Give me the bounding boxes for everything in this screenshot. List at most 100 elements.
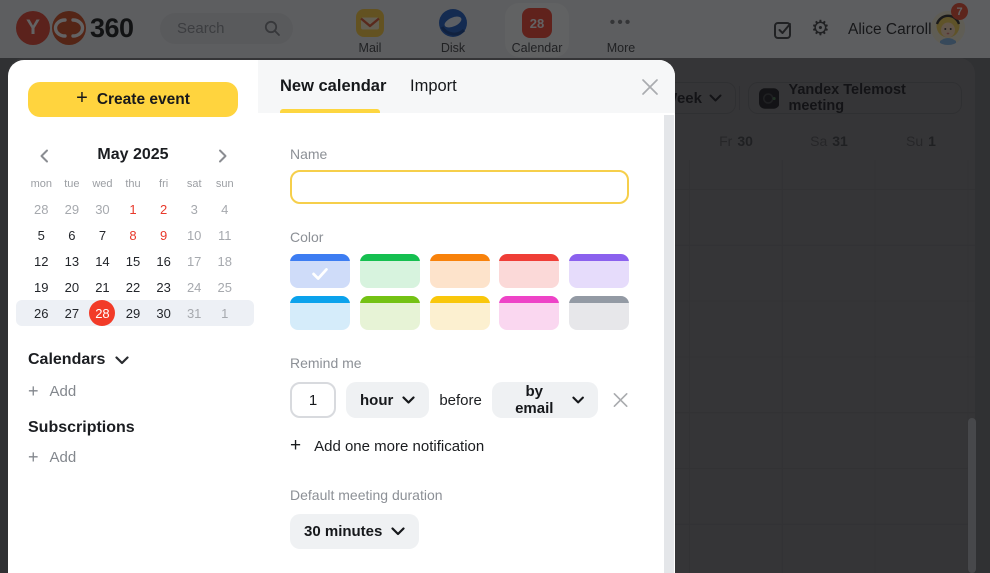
mini-calendar-day[interactable]: 4 bbox=[209, 202, 240, 217]
color-swatch-magenta[interactable] bbox=[499, 296, 559, 330]
mini-calendar-day[interactable]: 28 bbox=[87, 300, 118, 326]
background-scrollbar-thumb[interactable] bbox=[968, 418, 976, 573]
mini-calendar-day[interactable]: 12 bbox=[26, 254, 57, 269]
mini-calendar-day[interactable]: 29 bbox=[57, 202, 88, 217]
weekday-label: fri bbox=[148, 178, 179, 190]
chevron-down-icon bbox=[391, 527, 405, 536]
tab-import[interactable]: Import bbox=[410, 77, 457, 96]
next-month-chevron-icon[interactable] bbox=[214, 148, 230, 164]
plus-icon: + bbox=[76, 87, 88, 110]
mini-calendar-day[interactable]: 30 bbox=[87, 202, 118, 217]
color-swatch-gray[interactable] bbox=[569, 296, 629, 330]
plus-icon: + bbox=[28, 447, 39, 468]
close-icon[interactable] bbox=[641, 78, 659, 96]
color-swatch-blue[interactable] bbox=[290, 254, 350, 288]
calendars-label: Calendars bbox=[28, 351, 105, 369]
color-swatch-red[interactable] bbox=[499, 254, 559, 288]
check-icon bbox=[309, 263, 331, 285]
color-field-label: Color bbox=[290, 229, 629, 245]
duration-value: 30 minutes bbox=[304, 523, 382, 540]
mini-calendar-day[interactable]: 3 bbox=[179, 202, 210, 217]
remove-reminder-icon[interactable] bbox=[612, 391, 629, 409]
subscriptions-section-header: Subscriptions bbox=[28, 419, 135, 437]
dialog-scrollbar[interactable] bbox=[664, 115, 674, 573]
plus-icon: + bbox=[28, 381, 39, 402]
mini-calendar-day[interactable]: 20 bbox=[57, 280, 88, 295]
weekday-label: tue bbox=[57, 178, 88, 190]
mini-calendar-day[interactable]: 24 bbox=[179, 280, 210, 295]
color-swatch-purple[interactable] bbox=[569, 254, 629, 288]
add-calendar-label: Add bbox=[50, 383, 77, 400]
weekday-label: thu bbox=[118, 178, 149, 190]
subscriptions-label: Subscriptions bbox=[28, 419, 135, 437]
chevron-down-icon bbox=[115, 356, 129, 365]
mini-calendar-day[interactable]: 14 bbox=[87, 254, 118, 269]
mini-calendar-day[interactable]: 19 bbox=[26, 280, 57, 295]
reminder-unit-value: hour bbox=[360, 392, 393, 409]
add-notification-label: Add one more notification bbox=[314, 438, 484, 455]
color-swatch-lime[interactable] bbox=[360, 296, 420, 330]
mini-calendar-day[interactable]: 21 bbox=[87, 280, 118, 295]
mini-calendar-day[interactable]: 13 bbox=[57, 254, 88, 269]
mini-calendar-day[interactable]: 31 bbox=[179, 306, 210, 321]
calendars-section-header[interactable]: Calendars bbox=[28, 351, 129, 369]
tab-new-calendar[interactable]: New calendar bbox=[280, 77, 386, 96]
mini-calendar-day[interactable]: 9 bbox=[148, 228, 179, 243]
weekday-label: sat bbox=[179, 178, 210, 190]
name-field-label: Name bbox=[290, 146, 629, 162]
new-calendar-dialog: New calendar Import Name Color Remind me… bbox=[258, 60, 675, 573]
mini-calendar-day[interactable]: 25 bbox=[209, 280, 240, 295]
create-event-label: Create event bbox=[97, 91, 190, 109]
add-notification-button[interactable]: + Add one more notification bbox=[290, 435, 629, 457]
mini-calendar-day[interactable]: 29 bbox=[118, 306, 149, 321]
remind-me-label: Remind me bbox=[290, 355, 629, 371]
mini-calendar-day[interactable]: 23 bbox=[148, 280, 179, 295]
mini-calendar-day[interactable]: 26 bbox=[26, 306, 57, 321]
mini-calendar-week-row: 19202122232425 bbox=[26, 274, 240, 300]
mini-calendar-day[interactable]: 22 bbox=[118, 280, 149, 295]
mini-calendar-day[interactable]: 8 bbox=[118, 228, 149, 243]
mini-calendar-grid: 2829301234567891011121314151617181920212… bbox=[26, 196, 240, 326]
mini-calendar-week-row: 2829301234 bbox=[26, 196, 240, 222]
before-label: before bbox=[439, 392, 482, 409]
mini-calendar-week-row: 12131415161718 bbox=[26, 248, 240, 274]
color-swatch-yellow[interactable] bbox=[430, 296, 490, 330]
mini-calendar-day[interactable]: 16 bbox=[148, 254, 179, 269]
reminder-count-input[interactable] bbox=[290, 382, 336, 418]
color-swatch-grid bbox=[290, 254, 629, 330]
mini-calendar-day[interactable]: 28 bbox=[26, 202, 57, 217]
mini-calendar-day[interactable]: 10 bbox=[179, 228, 210, 243]
mini-calendar-week-row: 567891011 bbox=[26, 222, 240, 248]
weekday-label: wed bbox=[87, 178, 118, 190]
color-swatch-green[interactable] bbox=[360, 254, 420, 288]
chevron-down-icon bbox=[402, 396, 415, 404]
add-calendar-button[interactable]: + Add bbox=[28, 381, 76, 402]
mini-calendar-day[interactable]: 7 bbox=[87, 228, 118, 243]
mini-calendar-day[interactable]: 1 bbox=[118, 202, 149, 217]
modal-dim-overlay-header bbox=[0, 0, 990, 58]
mini-calendar-day[interactable]: 11 bbox=[209, 228, 240, 243]
mini-calendar-day[interactable]: 15 bbox=[118, 254, 149, 269]
add-subscription-button[interactable]: + Add bbox=[28, 447, 76, 468]
mini-calendar-day[interactable]: 30 bbox=[148, 306, 179, 321]
create-event-button[interactable]: + Create event bbox=[28, 82, 238, 117]
mini-calendar-day[interactable]: 18 bbox=[209, 254, 240, 269]
duration-dropdown[interactable]: 30 minutes bbox=[290, 514, 419, 549]
mini-calendar-day[interactable]: 6 bbox=[57, 228, 88, 243]
mini-calendar-day[interactable]: 2 bbox=[148, 202, 179, 217]
weekday-label: mon bbox=[26, 178, 57, 190]
mini-calendar-day[interactable]: 27 bbox=[57, 306, 88, 321]
mini-calendar-day[interactable]: 17 bbox=[179, 254, 210, 269]
duration-field-label: Default meeting duration bbox=[290, 487, 629, 503]
app-window: Y 360 Search Mail Disk 28 Calendar ••• M… bbox=[0, 0, 990, 573]
reminder-unit-dropdown[interactable]: hour bbox=[346, 382, 429, 418]
color-swatch-cyan[interactable] bbox=[290, 296, 350, 330]
weekday-label: sun bbox=[209, 178, 240, 190]
color-swatch-orange[interactable] bbox=[430, 254, 490, 288]
calendar-name-input[interactable] bbox=[290, 170, 629, 204]
mini-calendar-day[interactable]: 5 bbox=[26, 228, 57, 243]
dialog-body: Name Color Remind me hour before by emai… bbox=[290, 113, 629, 549]
mini-calendar-day[interactable]: 1 bbox=[209, 306, 240, 321]
reminder-channel-dropdown[interactable]: by email bbox=[492, 382, 598, 418]
add-subscription-label: Add bbox=[50, 449, 77, 466]
